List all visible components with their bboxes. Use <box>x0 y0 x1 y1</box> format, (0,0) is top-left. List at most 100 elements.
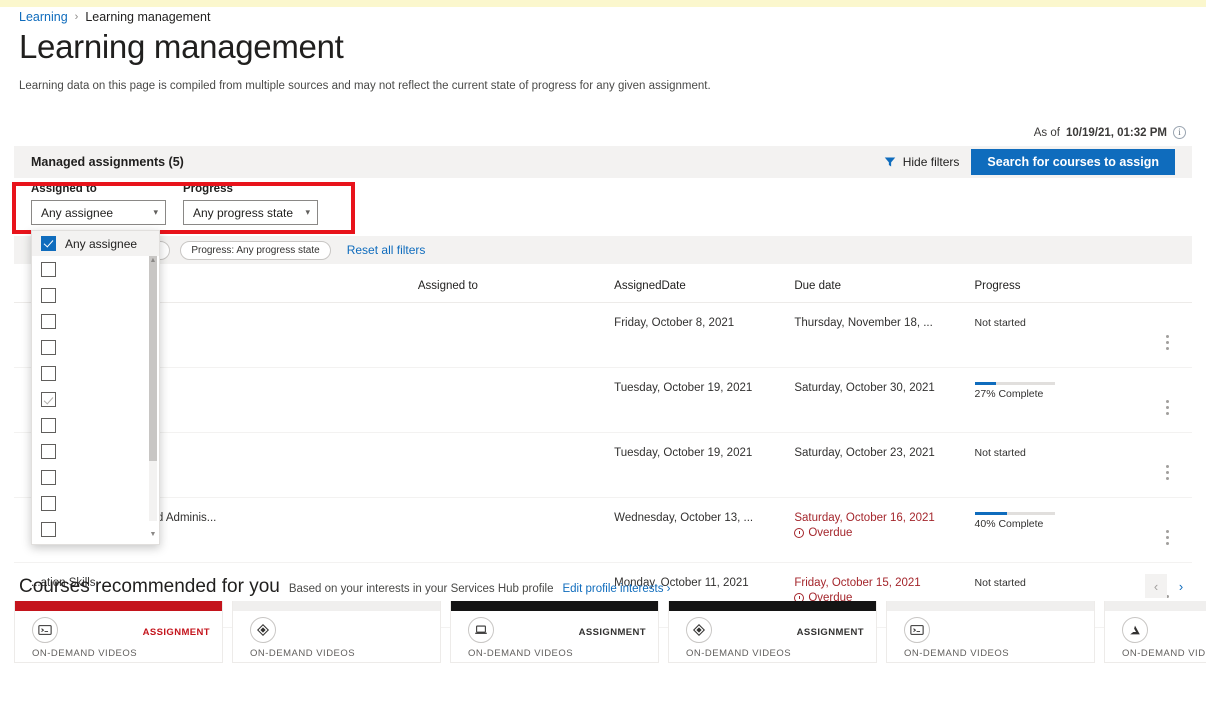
table-header-row: Course Assigned to AssignedDate Due date… <box>14 264 1192 303</box>
progress-value: Any progress state <box>193 205 294 220</box>
column-header-actions <box>1142 264 1192 303</box>
checkbox-icon[interactable] <box>41 313 56 329</box>
kebab-menu-icon[interactable] <box>1142 317 1192 350</box>
checkbox-icon[interactable] <box>41 443 56 459</box>
panel-title: Managed assignments (5) <box>31 155 184 169</box>
dropdown-option-9[interactable] <box>32 464 159 490</box>
table-row[interactable]: ...onnectTuesday, October 19, 2021Saturd… <box>14 432 1192 498</box>
cell-row-menu[interactable] <box>1142 367 1192 433</box>
checkbox-icon[interactable] <box>41 339 56 355</box>
dropdown-option-5[interactable] <box>32 360 159 386</box>
recommended-cards-carousel: ASSIGNMENT ON-DEMAND VIDEOS ON-DEMAND VIDE… <box>14 601 1206 663</box>
assigned-to-dropdown[interactable]: Any assignee ▾ <box>31 200 166 225</box>
scroll-down-icon[interactable]: ▼ <box>148 531 158 538</box>
table-row[interactable]: ...iateTuesday, October 19, 2021Saturday… <box>14 367 1192 433</box>
filter-pill-progress[interactable]: Progress: Any progress state <box>180 240 331 260</box>
info-icon[interactable]: i <box>1173 126 1186 139</box>
scroll-up-icon[interactable]: ▲ <box>148 257 158 264</box>
recommended-card[interactable]: ASSIGNMENT ON-DEMAND VIDEOS <box>14 601 223 663</box>
cell-assigned-to <box>417 432 615 498</box>
carousel-prev-button[interactable]: ‹ <box>1145 574 1167 598</box>
dropdown-option-0[interactable]: Any assignee <box>32 231 159 256</box>
reset-all-filters-link[interactable]: Reset all filters <box>347 243 426 257</box>
checkbox-icon[interactable] <box>41 469 56 485</box>
card-body: ON-DEMAND VIDEOS <box>233 611 440 663</box>
progress-dropdown[interactable]: Any progress state ▾ <box>183 200 318 225</box>
dropdown-option-6[interactable] <box>32 386 159 412</box>
checkbox-icon[interactable] <box>41 261 56 277</box>
checkbox-icon[interactable] <box>41 417 56 433</box>
card-color-bar <box>451 601 658 611</box>
recommended-title: Courses recommended for you <box>19 576 280 597</box>
chevron-down-icon: ▾ <box>153 207 158 217</box>
progress-filter: Progress Any progress state ▾ <box>183 183 318 225</box>
card-body: ON-DEMAND VIDEOS <box>887 611 1094 663</box>
carousel-navigation: ‹ › <box>1145 574 1192 598</box>
active-filter-pills: Assigned to: Any assignee Progress: Any … <box>14 236 1192 264</box>
azure-icon <box>1122 617 1148 643</box>
cell-row-menu[interactable] <box>1142 497 1192 563</box>
cell-due-date: Saturday, October 16, 2021 Overdue <box>794 497 975 563</box>
dropdown-option-3[interactable] <box>32 308 159 334</box>
card-content-type: ON-DEMAND VIDEOS <box>686 648 792 659</box>
dropdown-option-2[interactable] <box>32 282 159 308</box>
recommended-header: Courses recommended for you Based on you… <box>19 576 671 598</box>
recommended-card[interactable]: ON-DEMAND VIDE <box>1104 601 1206 663</box>
card-assignment-tag: ASSIGNMENT <box>578 627 646 638</box>
filter-bar: Assigned to Any assignee ▾ Progress Any … <box>14 178 1192 236</box>
recommended-card[interactable]: ASSIGNMENT ON-DEMAND VIDEOS <box>450 601 659 663</box>
dropdown-option-1[interactable] <box>32 256 159 282</box>
column-header-due-date[interactable]: Due date <box>794 264 975 303</box>
dropdown-option-7[interactable] <box>32 412 159 438</box>
cell-row-menu[interactable] <box>1142 302 1192 368</box>
checkbox-icon[interactable] <box>41 521 56 537</box>
checkbox-icon[interactable] <box>41 391 56 407</box>
cell-assigned-date: Friday, October 8, 2021 <box>614 302 795 368</box>
column-header-assigned-to[interactable]: Assigned to <box>417 264 615 303</box>
dropdown-option-4[interactable] <box>32 334 159 360</box>
table-row[interactable]: Friday, October 8, 2021 Thursday, Novembe… <box>14 302 1192 368</box>
panel-header-actions: Hide filters Search for courses to assig… <box>872 146 1192 178</box>
recommended-subtitle: Based on your interests in your Services… <box>288 583 554 595</box>
recommended-card[interactable]: ON-DEMAND VIDEOS <box>232 601 441 663</box>
table-row[interactable]: ...Manager: Concepts and Adminis...Wedne… <box>14 497 1192 563</box>
cell-due-date: Saturday, October 30, 2021 <box>794 367 975 433</box>
recommended-card[interactable]: ASSIGNMENT ON-DEMAND VIDEOS <box>668 601 877 663</box>
carousel-next-button[interactable]: › <box>1170 574 1192 598</box>
card-color-bar <box>1105 601 1206 611</box>
card-color-bar <box>233 601 440 611</box>
cell-assigned-date: Tuesday, October 19, 2021 <box>614 432 795 498</box>
dropdown-scrollbar-thumb[interactable] <box>149 256 157 461</box>
cell-row-menu[interactable] <box>1142 432 1192 498</box>
kebab-menu-icon[interactable] <box>1142 512 1192 545</box>
dropdown-option-8[interactable] <box>32 438 159 464</box>
cell-due-date: Thursday, November 18, ... <box>794 302 975 368</box>
card-content-type: ON-DEMAND VIDEOS <box>904 648 1010 659</box>
card-assignment-tag: ASSIGNMENT <box>142 627 210 638</box>
breadcrumb-separator: › <box>74 11 79 23</box>
recommended-card[interactable]: ON-DEMAND VIDEOS <box>886 601 1095 663</box>
breadcrumb: Learning › Learning management <box>19 10 210 24</box>
assignee-dropdown-list[interactable]: ▲ ▼ Any assignee <box>31 230 160 545</box>
checkbox-icon[interactable] <box>41 365 56 381</box>
kebab-menu-icon[interactable] <box>1142 382 1192 415</box>
breadcrumb-current: Learning management <box>85 10 211 24</box>
assigned-to-value: Any assignee <box>41 205 114 220</box>
card-color-bar <box>15 601 222 611</box>
column-header-progress[interactable]: Progress <box>974 264 1143 303</box>
hide-filters-button[interactable]: Hide filters <box>872 146 972 178</box>
kebab-menu-icon[interactable] <box>1142 447 1192 480</box>
checkbox-icon[interactable] <box>41 495 56 511</box>
edit-profile-interests-link[interactable]: Edit profile interests › <box>562 583 670 595</box>
assigned-to-label: Assigned to <box>31 183 97 195</box>
checkbox-icon[interactable] <box>41 287 56 303</box>
card-content-type: ON-DEMAND VIDEOS <box>468 648 574 659</box>
dropdown-option-11[interactable] <box>32 516 159 542</box>
column-header-assigned-date[interactable]: AssignedDate <box>614 264 795 303</box>
panel-header: Managed assignments (5) Hide filters Sea… <box>14 146 1192 178</box>
breadcrumb-link-learning[interactable]: Learning <box>19 10 68 24</box>
page-title: Learning management <box>19 28 344 65</box>
dropdown-option-10[interactable] <box>32 490 159 516</box>
checkbox-icon[interactable] <box>41 236 56 251</box>
search-for-courses-button[interactable]: Search for courses to assign <box>971 149 1175 175</box>
